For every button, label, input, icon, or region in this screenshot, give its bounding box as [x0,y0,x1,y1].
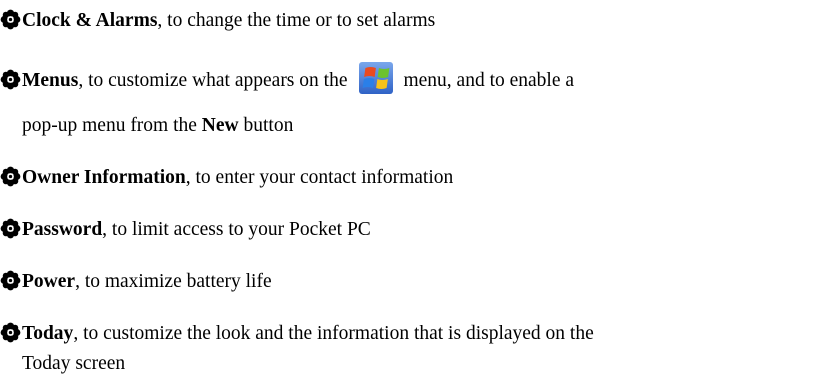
flower-bullet-icon [0,218,21,239]
flower-bullet-icon [0,166,21,187]
windows-start-logo-icon [359,62,394,94]
list-item-today: Today, to customize the look and the inf… [0,322,594,346]
flower-bullet-icon [0,69,21,90]
list-item-menus: Menus, to customize what appears on the m… [0,62,574,94]
flower-bullet-icon [0,270,21,291]
list-item-menus-continuation: pop-up menu from the New button [22,114,293,138]
item-description-continued: menu, and to enable a [403,70,575,91]
item-title: Menus [22,70,79,91]
flower-bullet-icon [0,322,21,343]
item-description-continued: Today screen [22,353,126,374]
list-item-today-continuation: Today screen [22,352,125,376]
item-description: , to maximize battery life [75,271,272,292]
list-item-owner-information: Owner Information, to enter your contact… [0,166,453,190]
list-item-clock-alarms: Clock & Alarms, to change the time or to… [0,9,435,33]
item-title: Clock & Alarms [22,10,158,31]
list-item-password: Password, to limit access to your Pocket… [0,218,371,242]
item-description: , to customize the look and the informat… [73,323,594,344]
new-button-label: New [201,115,239,136]
item-description: , to customize what appears on the [78,70,348,91]
item-title: Power [22,271,76,292]
item-description: , to enter your contact information [185,167,454,188]
item-description: , to change the time or to set alarms [157,10,436,31]
item-description-continued: button [243,115,294,136]
flower-bullet-icon [0,9,21,30]
list-item-power: Power, to maximize battery life [0,270,272,294]
item-title: Today [22,323,74,344]
item-description: , to limit access to your Pocket PC [102,219,371,240]
item-title: Owner Information [22,167,186,188]
item-description-continued: pop-up menu from the [22,115,197,136]
item-title: Password [22,219,103,240]
